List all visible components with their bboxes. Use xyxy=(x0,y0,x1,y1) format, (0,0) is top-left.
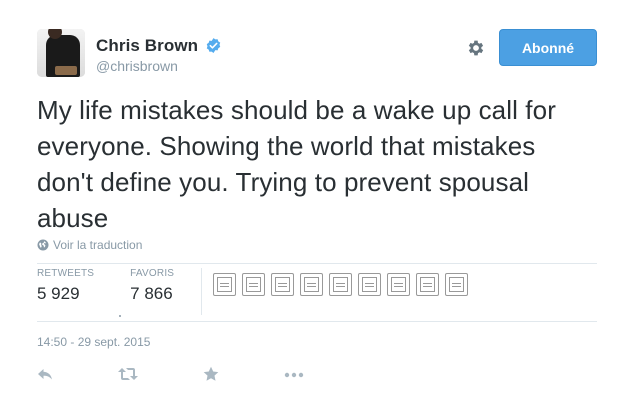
author-name[interactable]: Chris Brown xyxy=(96,36,198,56)
favoriter-avatar[interactable] xyxy=(213,273,236,296)
favoriter-avatar[interactable] xyxy=(416,273,439,296)
favoriter-avatar[interactable] xyxy=(329,273,352,296)
avatar-belt xyxy=(55,66,77,75)
retweets-stat[interactable]: RETWEETS 5 929 xyxy=(37,268,94,304)
broken-image-icon xyxy=(217,277,232,292)
stats-dot xyxy=(119,315,121,317)
author-handle[interactable]: @chrisbrown xyxy=(96,58,178,74)
favoriter-avatar[interactable] xyxy=(300,273,323,296)
stats-top-divider xyxy=(37,263,597,264)
favoriter-avatar[interactable] xyxy=(242,273,265,296)
broken-image-icon xyxy=(420,277,435,292)
reply-icon[interactable] xyxy=(37,366,53,382)
tweet-stats: RETWEETS 5 929 FAVORIS 7 866 xyxy=(37,268,210,304)
favorites-count: 7 866 xyxy=(130,284,173,303)
favorite-icon[interactable] xyxy=(203,366,219,382)
more-icon[interactable] xyxy=(284,366,304,382)
favorites-stat[interactable]: FAVORIS 7 866 xyxy=(130,268,174,304)
stats-separator xyxy=(201,268,202,315)
favoriter-avatar[interactable] xyxy=(445,273,468,296)
broken-image-icon xyxy=(333,277,348,292)
retweets-count: 5 929 xyxy=(37,284,80,303)
broken-image-icon xyxy=(275,277,290,292)
retweets-label: RETWEETS xyxy=(37,268,95,279)
broken-image-icon xyxy=(362,277,377,292)
verified-icon xyxy=(206,38,221,53)
favorites-label: FAVORIS xyxy=(130,268,175,279)
favoriter-avatar[interactable] xyxy=(271,273,294,296)
translate-label[interactable]: Voir la traduction xyxy=(53,238,142,252)
favoriters-list xyxy=(213,273,468,296)
broken-image-icon xyxy=(246,277,261,292)
tweet-timestamp[interactable]: 14:50 - 29 sept. 2015 xyxy=(37,335,150,349)
tweet-actions xyxy=(37,366,369,382)
translate-link[interactable]: Voir la traduction xyxy=(37,238,142,252)
broken-image-icon xyxy=(304,277,319,292)
broken-image-icon xyxy=(391,277,406,292)
favoriter-avatar[interactable] xyxy=(358,273,381,296)
avatar[interactable] xyxy=(37,29,85,77)
follow-button[interactable]: Abonné xyxy=(499,29,597,66)
favoriter-avatar[interactable] xyxy=(387,273,410,296)
retweet-icon[interactable] xyxy=(118,366,138,382)
gear-icon[interactable] xyxy=(466,38,486,58)
broken-image-icon xyxy=(449,277,464,292)
tweet-text: My life mistakes should be a wake up cal… xyxy=(37,95,556,233)
stats-bottom-divider xyxy=(37,321,597,322)
globe-icon xyxy=(37,239,49,251)
